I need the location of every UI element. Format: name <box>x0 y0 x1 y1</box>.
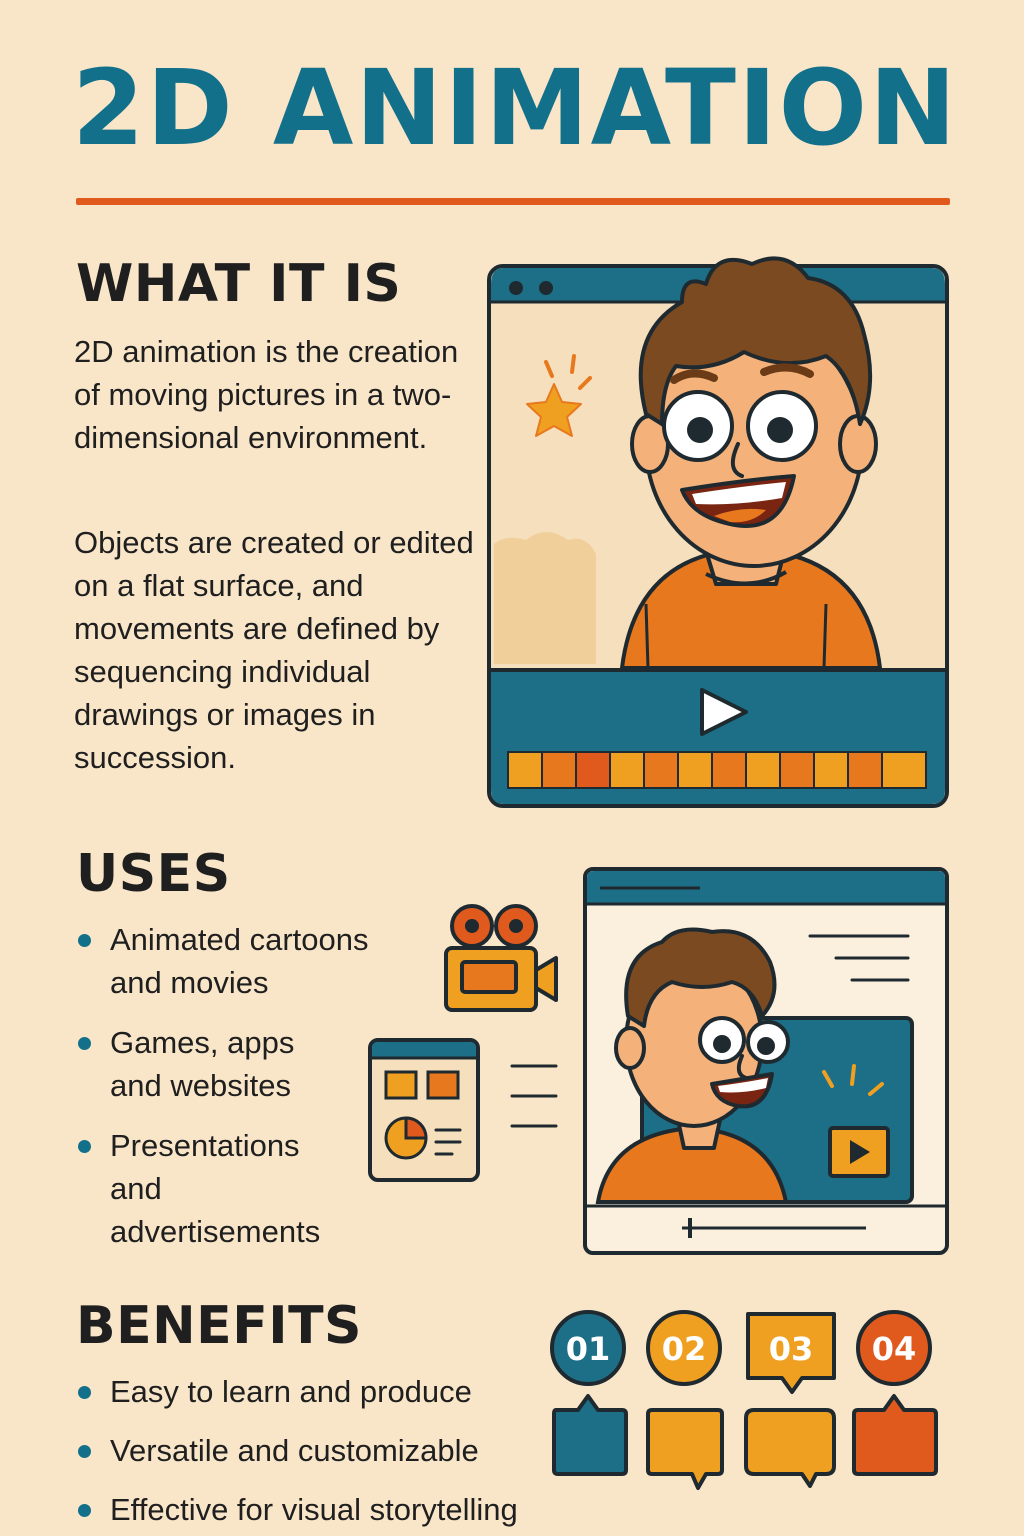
list-item: Animated cartoons and movies <box>74 918 414 1004</box>
badge-03: 03 <box>746 1312 836 1394</box>
uses-heading: USES <box>76 844 231 904</box>
list-item: Versatile and customizable <box>74 1429 594 1472</box>
pie-chart-icon <box>384 1116 428 1160</box>
svg-text:02: 02 <box>662 1330 707 1368</box>
benefits-heading: BENEFITS <box>76 1296 362 1356</box>
list-item: Effective for visual storytelling <box>74 1488 594 1531</box>
speech-bubble-2 <box>646 1408 724 1490</box>
benefits-list: Easy to learn and produce Versatile and … <box>74 1370 594 1531</box>
what-it-is-paragraph-1: 2D animation is the creation of moving p… <box>74 334 459 455</box>
badge-01: 01 <box>550 1310 626 1386</box>
video-camera-icon <box>444 904 558 1012</box>
badge-04: 04 <box>856 1310 932 1386</box>
svg-text:03: 03 <box>769 1330 814 1368</box>
what-it-is-heading: WHAT IT IS <box>76 254 402 314</box>
svg-text:01: 01 <box>566 1330 611 1368</box>
badge-02: 02 <box>646 1310 722 1386</box>
benefits-badges: 01 02 03 04 <box>550 1310 938 1490</box>
speech-bubble-3 <box>744 1408 836 1488</box>
uses-list: Animated cartoons and movies Games, apps… <box>74 918 414 1253</box>
page-title: 2D ANIMATION <box>72 47 959 169</box>
list-item: Games, apps and websites <box>74 1021 414 1107</box>
presentation-icon <box>368 1038 558 1182</box>
svg-text:04: 04 <box>872 1330 917 1368</box>
animation-player-illustration <box>487 256 949 808</box>
speech-bubble-1 <box>552 1394 628 1476</box>
website-illustration <box>583 867 949 1255</box>
list-item: Presentations and advertisements <box>74 1124 414 1253</box>
speech-bubble-4 <box>852 1394 938 1476</box>
title-underline <box>76 198 950 205</box>
what-it-is-paragraph-2: Objects are created or edited on a flat … <box>74 525 474 775</box>
list-item: Easy to learn and produce <box>74 1370 594 1413</box>
